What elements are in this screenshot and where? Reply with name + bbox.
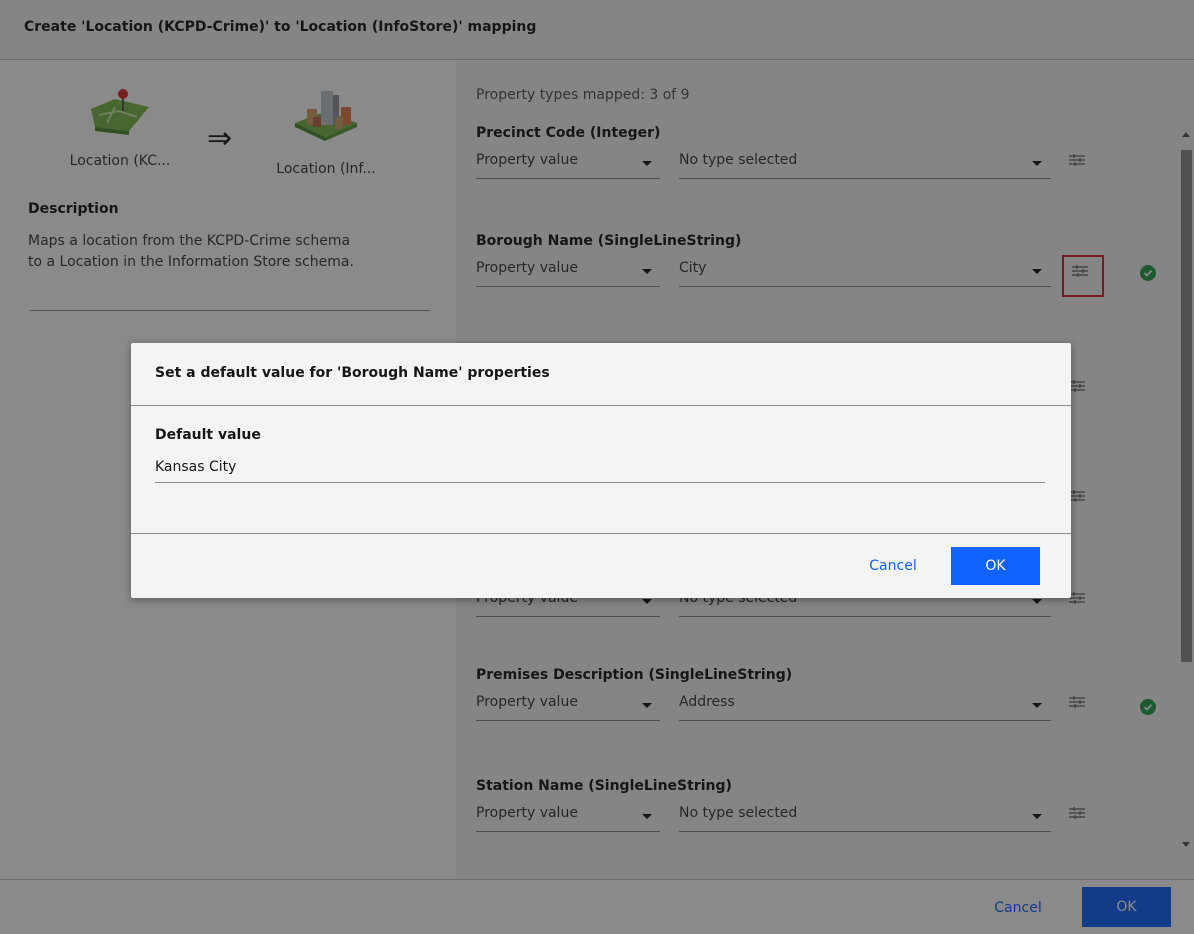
- divider: [131, 405, 1071, 406]
- modal-title: Set a default value for 'Borough Name' p…: [155, 365, 550, 381]
- modal-cancel-button[interactable]: Cancel: [847, 549, 939, 583]
- divider: [131, 533, 1071, 534]
- default-value-input[interactable]: [155, 451, 1045, 483]
- default-value-label: Default value: [155, 427, 261, 443]
- default-value-modal: Set a default value for 'Borough Name' p…: [131, 343, 1071, 598]
- modal-ok-button[interactable]: OK: [951, 547, 1040, 585]
